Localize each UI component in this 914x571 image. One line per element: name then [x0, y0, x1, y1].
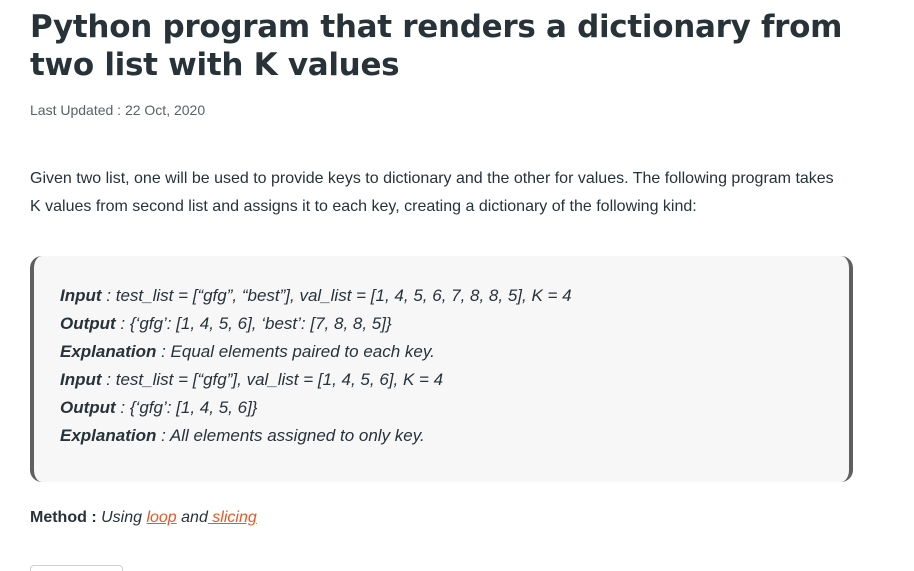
method-middle: and [176, 509, 208, 526]
example-label: Explanation [60, 426, 157, 445]
example-line: Explanation : Equal elements paired to e… [60, 338, 849, 366]
method-label: Method : [30, 509, 102, 526]
code-tab[interactable] [30, 565, 123, 571]
intro-paragraph: Given two list, one will be used to prov… [30, 170, 834, 215]
example-label: Explanation [60, 342, 157, 361]
example-label: Input [60, 370, 102, 389]
loop-link[interactable]: loop [146, 509, 176, 526]
example-box: Input : test_list = [“gfg”, “best”], val… [30, 256, 853, 482]
example-text: : {‘gfg’: [1, 4, 5, 6]} [115, 398, 258, 417]
example-text: : test_list = [“gfg”], val_list = [1, 4,… [101, 370, 444, 389]
example-line: Input : test_list = [“gfg”], val_list = … [60, 366, 849, 394]
method-prefix: Using [101, 509, 147, 526]
example-text: : test_list = [“gfg”, “best”], val_list … [101, 286, 572, 305]
page-title: Python program that renders a dictionary… [30, 9, 843, 83]
example-label: Output [60, 398, 116, 417]
example-line: Input : test_list = [“gfg”, “best”], val… [60, 282, 849, 310]
article-page: Python program that renders a dictionary… [0, 0, 914, 571]
example-line: Output : {‘gfg’: [1, 4, 5, 6]} [60, 394, 849, 422]
example-label: Output [60, 314, 116, 333]
example-line: Explanation : All elements assigned to o… [60, 422, 849, 450]
last-updated-date: Last Updated : 22 Oct, 2020 [30, 102, 206, 118]
example-text: : All elements assigned to only key. [156, 426, 425, 445]
method-line: Method : Using loop and slicing [30, 509, 257, 527]
example-text: : Equal elements paired to each key. [156, 342, 435, 361]
example-text: : {‘gfg’: [1, 4, 5, 6], ‘best’: [7, 8, 8… [115, 314, 392, 333]
slicing-link[interactable]: slicing [208, 509, 256, 526]
example-label: Input [60, 286, 102, 305]
example-line: Output : {‘gfg’: [1, 4, 5, 6], ‘best’: [… [60, 310, 849, 338]
